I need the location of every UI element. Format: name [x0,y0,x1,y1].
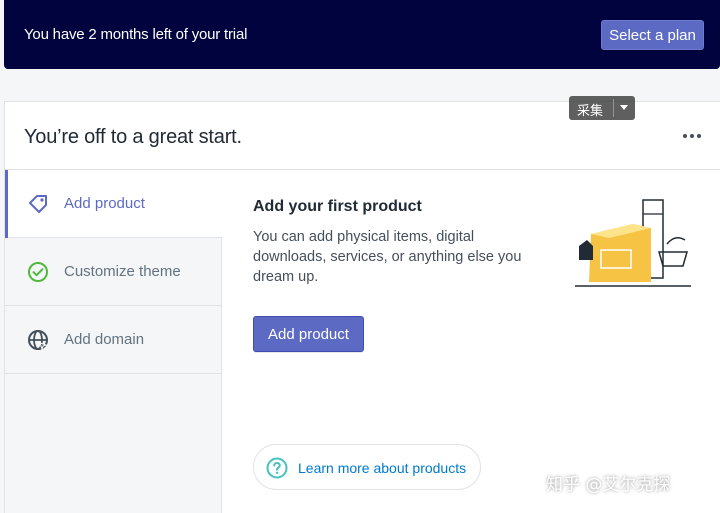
setup-guide-card: You’re off to a great start. Add product… [4,101,720,513]
step-customize-theme[interactable]: Customize theme [5,238,222,306]
learn-more-label: Learn more about products [298,460,467,476]
globe-icon [28,329,48,351]
learn-more-button[interactable]: Learn more about products [253,444,481,490]
overlay-separator [613,99,614,117]
overlay-badge-label: 采集 [577,103,604,118]
more-horizontal-icon[interactable] [683,132,701,140]
check-circle-icon [28,261,48,282]
add-product-button[interactable]: Add product [253,316,364,352]
chevron-down-icon[interactable] [620,105,628,110]
trial-text: You have 2 months left of your trial [24,26,248,43]
card-title: You’re off to a great start. [24,126,242,148]
content-heading: Add your first product [253,198,422,215]
step-add-product[interactable]: Add product [5,170,223,238]
trial-banner: You have 2 months left of your trial Sel… [4,0,720,69]
step-label: Add product [64,195,145,212]
tag-icon [29,194,47,213]
step-label: Add domain [64,331,145,348]
step-add-domain[interactable]: Add domain [5,306,222,374]
watermark: 知乎 @艾尔克探 [546,475,671,495]
content-description: You can add physical items, digital down… [253,229,522,285]
setup-steps-sidebar: Add product Customize theme Add domain [5,170,223,513]
question-circle-icon [266,457,288,479]
step-label: Customize theme [64,263,181,280]
product-illustration [575,199,691,287]
select-plan-button[interactable]: Select a plan [601,20,704,50]
collect-overlay-badge[interactable]: 采集 [569,96,635,120]
